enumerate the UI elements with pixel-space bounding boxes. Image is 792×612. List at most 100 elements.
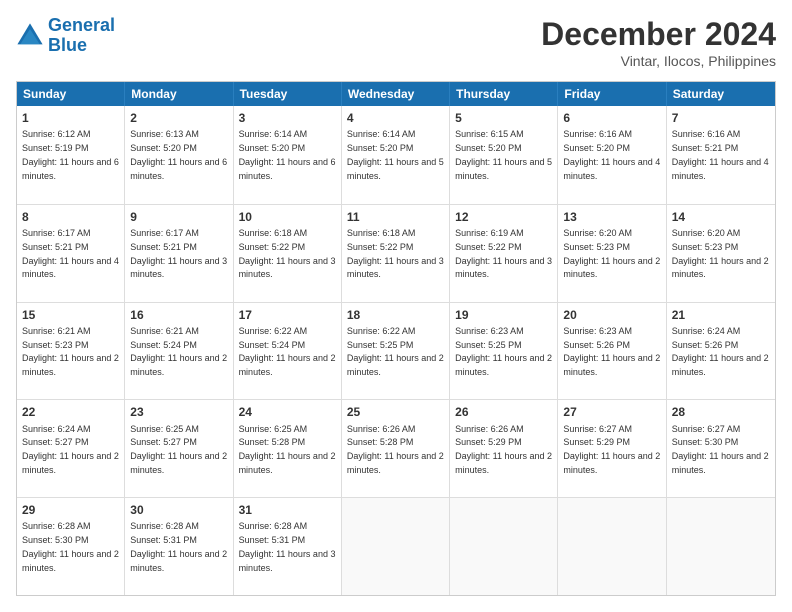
calendar-header: Sunday Monday Tuesday Wednesday Thursday… — [17, 82, 775, 106]
cell-day-number: 14 — [672, 209, 770, 225]
calendar-cell-30: 30 Sunrise: 6:28 AM Sunset: 5:31 PM Dayl… — [125, 498, 233, 595]
cell-sunrise: Sunrise: 6:27 AM — [672, 424, 741, 434]
calendar-cell-20: 20 Sunrise: 6:23 AM Sunset: 5:26 PM Dayl… — [558, 303, 666, 400]
calendar-cell-empty — [667, 498, 775, 595]
cell-sunrise: Sunrise: 6:21 AM — [22, 326, 91, 336]
calendar-cell-11: 11 Sunrise: 6:18 AM Sunset: 5:22 PM Dayl… — [342, 205, 450, 302]
cell-sunrise: Sunrise: 6:25 AM — [239, 424, 308, 434]
cell-sunrise: Sunrise: 6:23 AM — [563, 326, 632, 336]
calendar-cell-2: 2 Sunrise: 6:13 AM Sunset: 5:20 PM Dayli… — [125, 106, 233, 204]
cell-day-number: 21 — [672, 307, 770, 323]
cell-sunrise: Sunrise: 6:19 AM — [455, 228, 524, 238]
calendar-week-4: 22 Sunrise: 6:24 AM Sunset: 5:27 PM Dayl… — [17, 399, 775, 497]
cell-day-number: 2 — [130, 110, 227, 126]
cell-daylight: Daylight: 11 hours and 4 minutes. — [672, 157, 769, 181]
calendar-cell-4: 4 Sunrise: 6:14 AM Sunset: 5:20 PM Dayli… — [342, 106, 450, 204]
cell-day-number: 5 — [455, 110, 552, 126]
cell-daylight: Daylight: 11 hours and 2 minutes. — [455, 353, 552, 377]
cell-day-number: 10 — [239, 209, 336, 225]
cell-sunset: Sunset: 5:26 PM — [563, 340, 630, 350]
calendar-cell-28: 28 Sunrise: 6:27 AM Sunset: 5:30 PM Dayl… — [667, 400, 775, 497]
cell-day-number: 24 — [239, 404, 336, 420]
cell-sunrise: Sunrise: 6:23 AM — [455, 326, 524, 336]
cell-sunrise: Sunrise: 6:22 AM — [347, 326, 416, 336]
calendar-cell-24: 24 Sunrise: 6:25 AM Sunset: 5:28 PM Dayl… — [234, 400, 342, 497]
calendar: Sunday Monday Tuesday Wednesday Thursday… — [16, 81, 776, 596]
calendar-cell-6: 6 Sunrise: 6:16 AM Sunset: 5:20 PM Dayli… — [558, 106, 666, 204]
cell-sunset: Sunset: 5:30 PM — [672, 437, 739, 447]
cell-sunset: Sunset: 5:21 PM — [672, 143, 739, 153]
cell-day-number: 28 — [672, 404, 770, 420]
cell-daylight: Daylight: 11 hours and 6 minutes. — [130, 157, 227, 181]
cell-daylight: Daylight: 11 hours and 2 minutes. — [22, 451, 119, 475]
calendar-cell-10: 10 Sunrise: 6:18 AM Sunset: 5:22 PM Dayl… — [234, 205, 342, 302]
calendar-week-2: 8 Sunrise: 6:17 AM Sunset: 5:21 PM Dayli… — [17, 204, 775, 302]
cell-sunrise: Sunrise: 6:21 AM — [130, 326, 199, 336]
cell-sunset: Sunset: 5:21 PM — [22, 242, 89, 252]
cell-daylight: Daylight: 11 hours and 2 minutes. — [239, 451, 336, 475]
calendar-cell-22: 22 Sunrise: 6:24 AM Sunset: 5:27 PM Dayl… — [17, 400, 125, 497]
cell-daylight: Daylight: 11 hours and 2 minutes. — [130, 353, 227, 377]
cell-daylight: Daylight: 11 hours and 4 minutes. — [563, 157, 660, 181]
subtitle: Vintar, Ilocos, Philippines — [541, 53, 776, 69]
cell-day-number: 18 — [347, 307, 444, 323]
cell-sunrise: Sunrise: 6:28 AM — [130, 521, 199, 531]
cell-sunrise: Sunrise: 6:25 AM — [130, 424, 199, 434]
header-tuesday: Tuesday — [234, 82, 342, 106]
cell-sunset: Sunset: 5:27 PM — [22, 437, 89, 447]
cell-sunrise: Sunrise: 6:24 AM — [672, 326, 741, 336]
cell-day-number: 6 — [563, 110, 660, 126]
cell-daylight: Daylight: 11 hours and 5 minutes. — [347, 157, 444, 181]
cell-sunrise: Sunrise: 6:27 AM — [563, 424, 632, 434]
cell-sunrise: Sunrise: 6:16 AM — [672, 129, 741, 139]
cell-day-number: 4 — [347, 110, 444, 126]
cell-daylight: Daylight: 11 hours and 2 minutes. — [672, 451, 769, 475]
cell-daylight: Daylight: 11 hours and 2 minutes. — [563, 256, 660, 280]
calendar-cell-12: 12 Sunrise: 6:19 AM Sunset: 5:22 PM Dayl… — [450, 205, 558, 302]
cell-sunset: Sunset: 5:29 PM — [563, 437, 630, 447]
cell-daylight: Daylight: 11 hours and 2 minutes. — [563, 451, 660, 475]
cell-sunset: Sunset: 5:20 PM — [563, 143, 630, 153]
cell-daylight: Daylight: 11 hours and 2 minutes. — [130, 451, 227, 475]
cell-day-number: 31 — [239, 502, 336, 518]
calendar-cell-23: 23 Sunrise: 6:25 AM Sunset: 5:27 PM Dayl… — [125, 400, 233, 497]
calendar-cell-27: 27 Sunrise: 6:27 AM Sunset: 5:29 PM Dayl… — [558, 400, 666, 497]
cell-sunrise: Sunrise: 6:17 AM — [22, 228, 91, 238]
cell-day-number: 13 — [563, 209, 660, 225]
cell-day-number: 22 — [22, 404, 119, 420]
cell-day-number: 9 — [130, 209, 227, 225]
calendar-cell-3: 3 Sunrise: 6:14 AM Sunset: 5:20 PM Dayli… — [234, 106, 342, 204]
cell-sunset: Sunset: 5:25 PM — [347, 340, 414, 350]
calendar-week-3: 15 Sunrise: 6:21 AM Sunset: 5:23 PM Dayl… — [17, 302, 775, 400]
cell-daylight: Daylight: 11 hours and 2 minutes. — [22, 549, 119, 573]
cell-daylight: Daylight: 11 hours and 2 minutes. — [672, 353, 769, 377]
header-monday: Monday — [125, 82, 233, 106]
cell-daylight: Daylight: 11 hours and 3 minutes. — [455, 256, 552, 280]
cell-daylight: Daylight: 11 hours and 2 minutes. — [22, 353, 119, 377]
cell-day-number: 8 — [22, 209, 119, 225]
cell-daylight: Daylight: 11 hours and 3 minutes. — [130, 256, 227, 280]
cell-sunset: Sunset: 5:30 PM — [22, 535, 89, 545]
calendar-cell-18: 18 Sunrise: 6:22 AM Sunset: 5:25 PM Dayl… — [342, 303, 450, 400]
cell-sunset: Sunset: 5:21 PM — [130, 242, 197, 252]
cell-sunrise: Sunrise: 6:16 AM — [563, 129, 632, 139]
header-thursday: Thursday — [450, 82, 558, 106]
cell-sunset: Sunset: 5:29 PM — [455, 437, 522, 447]
calendar-cell-17: 17 Sunrise: 6:22 AM Sunset: 5:24 PM Dayl… — [234, 303, 342, 400]
cell-day-number: 30 — [130, 502, 227, 518]
calendar-week-1: 1 Sunrise: 6:12 AM Sunset: 5:19 PM Dayli… — [17, 106, 775, 204]
title-section: December 2024 Vintar, Ilocos, Philippine… — [541, 16, 776, 69]
cell-day-number: 15 — [22, 307, 119, 323]
header: General Blue December 2024 Vintar, Iloco… — [16, 16, 776, 69]
calendar-cell-19: 19 Sunrise: 6:23 AM Sunset: 5:25 PM Dayl… — [450, 303, 558, 400]
calendar-cell-16: 16 Sunrise: 6:21 AM Sunset: 5:24 PM Dayl… — [125, 303, 233, 400]
cell-day-number: 7 — [672, 110, 770, 126]
cell-daylight: Daylight: 11 hours and 2 minutes. — [347, 353, 444, 377]
cell-sunset: Sunset: 5:25 PM — [455, 340, 522, 350]
cell-sunrise: Sunrise: 6:14 AM — [347, 129, 416, 139]
logo-text: General Blue — [48, 16, 115, 56]
header-friday: Friday — [558, 82, 666, 106]
cell-sunrise: Sunrise: 6:14 AM — [239, 129, 308, 139]
calendar-cell-13: 13 Sunrise: 6:20 AM Sunset: 5:23 PM Dayl… — [558, 205, 666, 302]
cell-daylight: Daylight: 11 hours and 6 minutes. — [239, 157, 336, 181]
